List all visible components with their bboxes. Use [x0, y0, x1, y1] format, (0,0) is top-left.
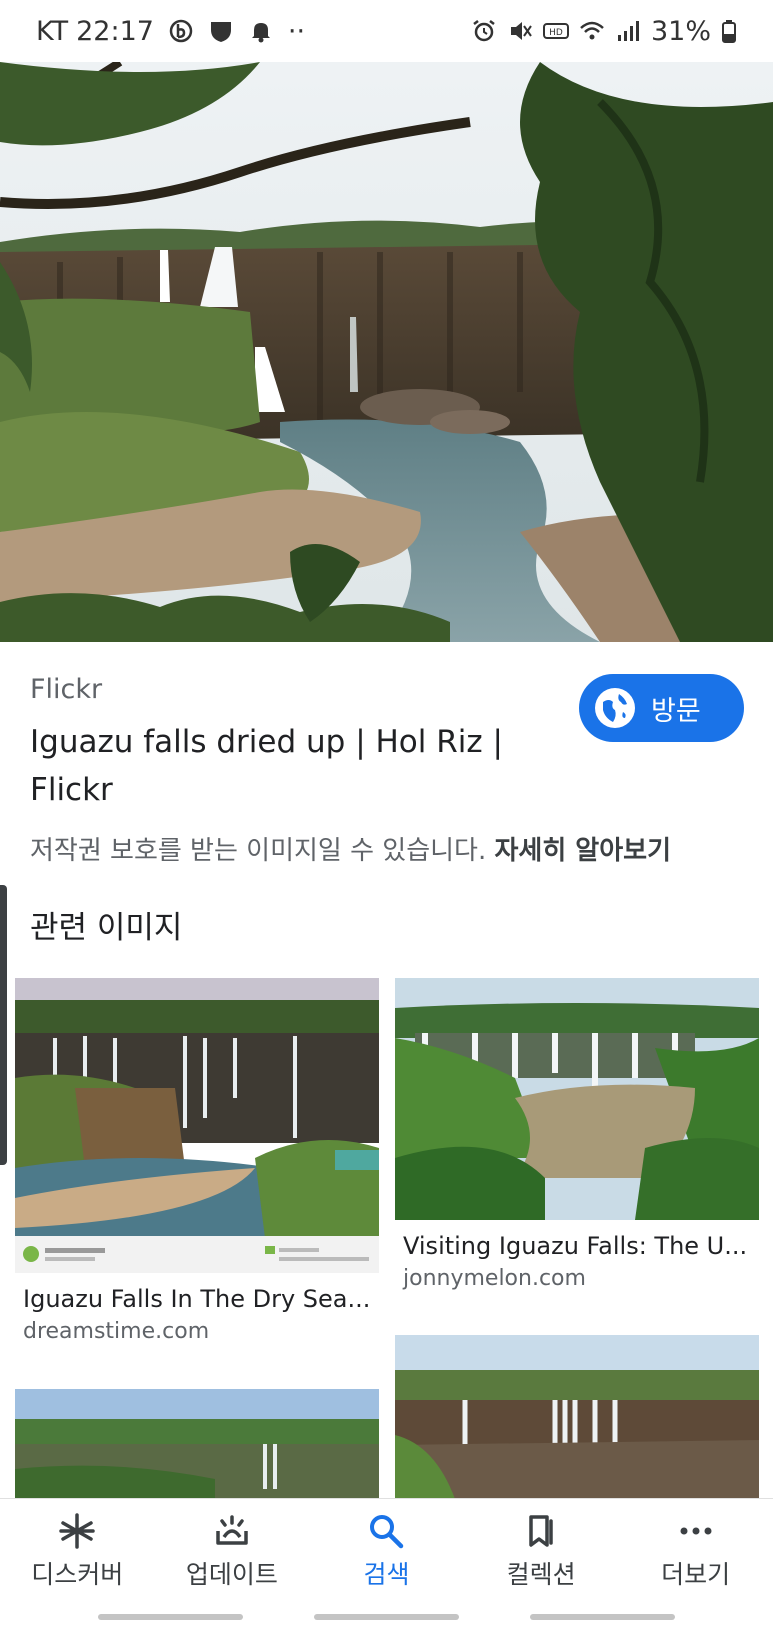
nav-updates[interactable]: 업데이트 — [155, 1499, 310, 1602]
gesture-pill-left[interactable] — [98, 1614, 243, 1620]
related-thumbnail[interactable] — [15, 978, 379, 1273]
battery-level: 31% — [650, 15, 711, 47]
wifi-icon — [579, 18, 605, 44]
nav-discover[interactable]: 디스커버 — [0, 1499, 155, 1602]
visit-button[interactable]: 방문 — [579, 674, 744, 742]
related-caption: Visiting Iguazu Falls: The U... — [403, 1232, 748, 1260]
globe-icon — [595, 688, 635, 728]
signal-icon — [615, 18, 641, 44]
alarm-icon — [471, 18, 497, 44]
status-bar: KT 22:17 ·· HD 31% — [0, 0, 773, 62]
nav-label: 디스커버 — [31, 1559, 124, 1589]
shield-icon — [208, 18, 234, 44]
related-images-heading: 관련 이미지 — [30, 910, 183, 946]
carrier-label: KT — [36, 15, 69, 47]
mute-icon — [507, 18, 533, 44]
related-thumbnail[interactable] — [395, 978, 759, 1220]
bookmark-icon — [529, 1514, 553, 1547]
side-panel-handle[interactable] — [0, 885, 7, 1165]
status-right: HD 31% — [471, 16, 737, 47]
status-left: KT 22:17 ·· — [36, 16, 305, 47]
related-thumbnail[interactable] — [395, 1335, 759, 1499]
asterisk-icon — [59, 1512, 96, 1549]
b-app-icon — [168, 18, 194, 44]
nav-search[interactable]: 검색 — [309, 1499, 464, 1602]
waterfall-photo — [0, 62, 773, 642]
source-name: Flickr — [30, 674, 103, 705]
result-title[interactable]: Iguazu falls dried up | Hol Riz | Flickr — [30, 718, 550, 814]
related-domain: dreamstime.com — [23, 1319, 210, 1344]
battery-icon — [721, 18, 737, 44]
related-card[interactable] — [395, 1335, 759, 1499]
gesture-pill-home[interactable] — [314, 1614, 459, 1620]
more-status-dots: ·· — [287, 15, 306, 47]
more-icon — [680, 1527, 712, 1534]
related-thumbnail[interactable] — [15, 1389, 379, 1499]
updates-icon — [216, 1514, 248, 1545]
nav-label: 검색 — [363, 1559, 410, 1589]
svg-text:HD: HD — [549, 28, 563, 38]
nav-collections[interactable]: 컬렉션 — [464, 1499, 619, 1602]
related-card[interactable]: Visiting Iguazu Falls: The U... jonnymel… — [395, 978, 759, 1291]
related-card[interactable]: Iguazu Falls In The Dry Sea... dreamstim… — [15, 978, 379, 1344]
nav-more[interactable]: 더보기 — [618, 1499, 773, 1602]
hero-image[interactable] — [0, 62, 773, 642]
nav-label: 업데이트 — [185, 1559, 278, 1589]
gesture-pill-right[interactable] — [530, 1614, 675, 1620]
clock: 22:17 — [76, 15, 154, 47]
copyright-notice: 저작권 보호를 받는 이미지일 수 있습니다. 자세히 알아보기 — [30, 830, 760, 867]
hd-icon: HD — [542, 18, 569, 44]
nav-label: 더보기 — [661, 1559, 731, 1589]
nav-label: 컬렉션 — [506, 1559, 576, 1589]
learn-more-link[interactable]: 자세히 알아보기 — [495, 836, 672, 866]
search-icon — [370, 1514, 404, 1548]
bottom-navigation: 디스커버 업데이트 검색 컬렉션 더보기 — [0, 1498, 773, 1602]
bell-icon — [248, 18, 274, 44]
related-domain: jonnymelon.com — [403, 1266, 586, 1291]
gesture-bar — [0, 1602, 773, 1632]
visit-label: 방문 — [651, 695, 701, 727]
related-caption: Iguazu Falls In The Dry Sea... — [23, 1285, 371, 1313]
related-card[interactable] — [15, 1389, 379, 1499]
copyright-text: 저작권 보호를 받는 이미지일 수 있습니다. — [30, 836, 487, 866]
